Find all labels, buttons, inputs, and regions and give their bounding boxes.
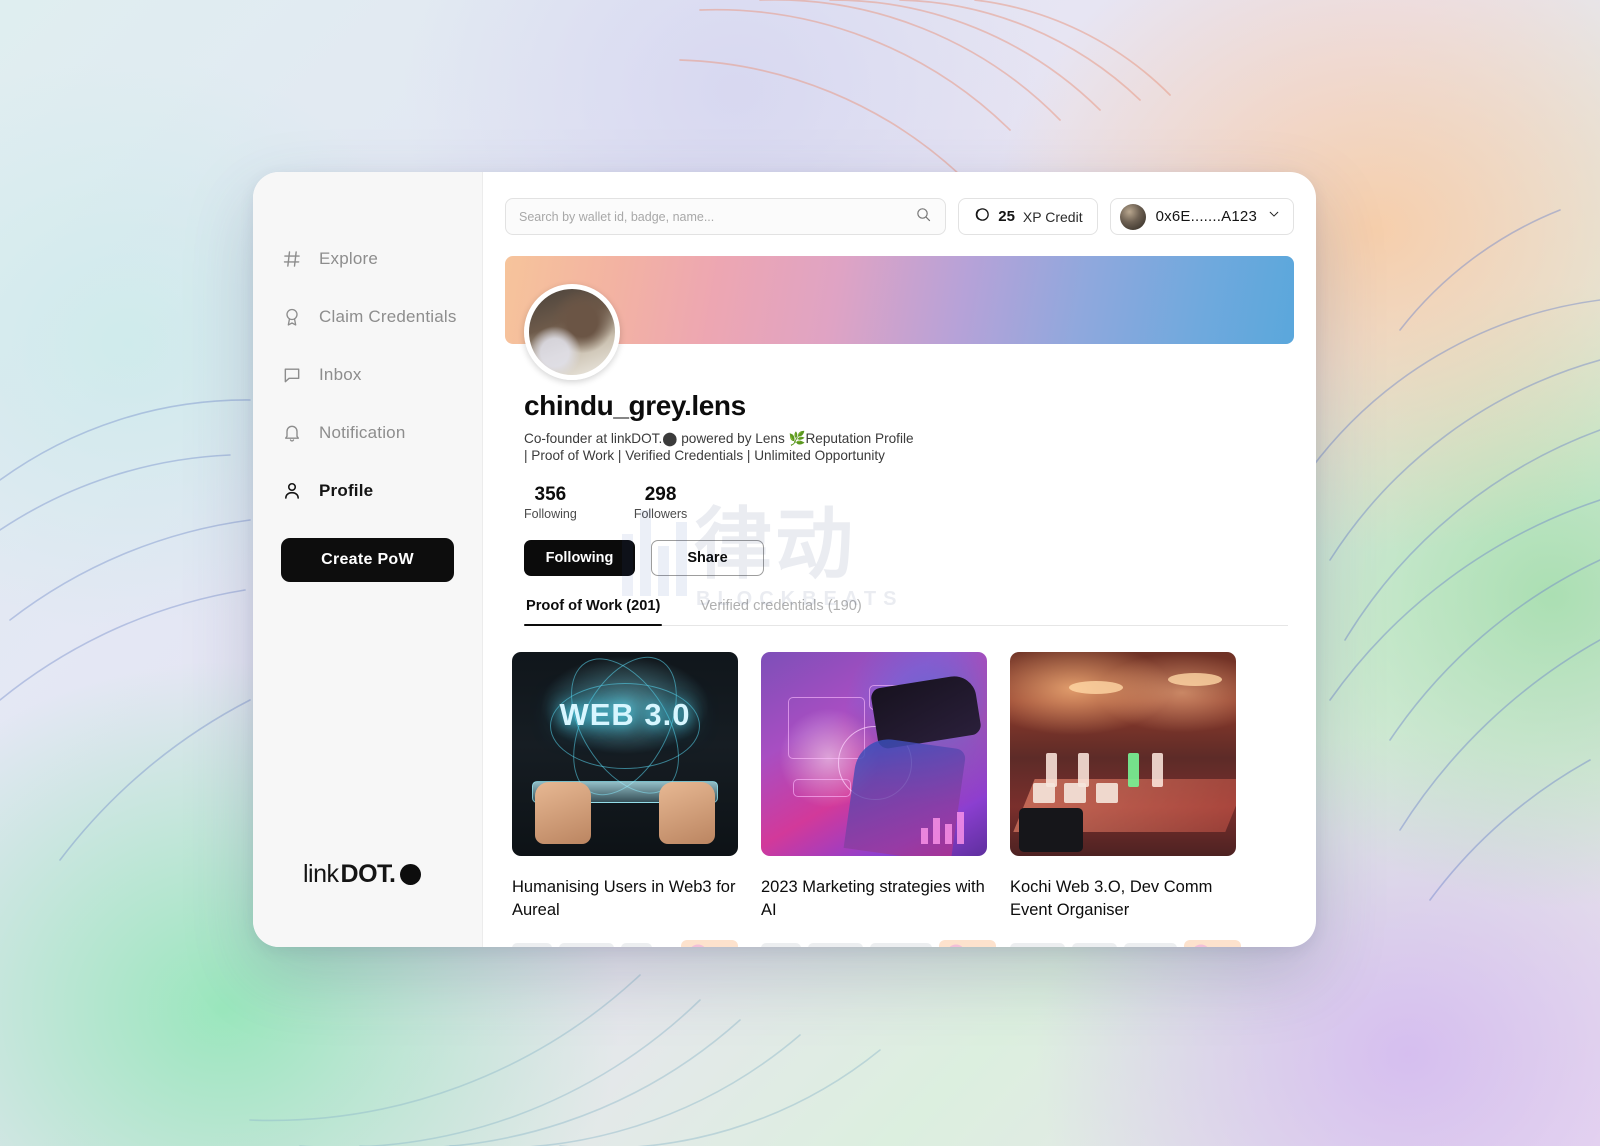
xp-credit-badge[interactable]: 25 XP Credit [958, 198, 1098, 235]
app-window: Explore Claim Credentials Inbox Notifica… [253, 172, 1316, 947]
search-input[interactable] [519, 209, 916, 224]
stat-following[interactable]: 356 Following [524, 484, 577, 521]
sidebar-item-label: Explore [319, 249, 379, 268]
create-pow-button[interactable]: Create PoW [281, 538, 454, 582]
hash-icon [281, 248, 303, 270]
profile-tabs: Proof of Work (201) Verified credentials… [524, 598, 1288, 627]
sidebar-item-inbox[interactable]: Inbox [253, 346, 482, 404]
pow-card[interactable]: Kochi Web 3.O, Dev Comm Event Organiser … [1010, 652, 1241, 947]
stat-value: 356 [534, 484, 567, 506]
profile-avatar [524, 284, 620, 380]
xp-value: 25 [998, 208, 1015, 225]
profile-banner [505, 256, 1294, 380]
sidebar-item-profile[interactable]: Profile [253, 462, 482, 520]
filled-circle-icon [400, 864, 422, 885]
pow-score-badge: 46 [1183, 940, 1241, 947]
profile-display-name: chindu_grey.lens [524, 390, 746, 421]
pow-card[interactable]: 2023 Marketing strategies with AI Blog W… [761, 652, 996, 947]
web3-hologram-thumbnail[interactable]: WEB 3.0 [512, 652, 738, 857]
tag-chip[interactable]: AI [621, 943, 652, 947]
profile-bio: Co-founder at linkDOT.⬤ powered by Lens … [524, 431, 944, 464]
sidebar-item-notification[interactable]: Notification [253, 404, 482, 462]
pow-score-value: 24 [711, 945, 728, 947]
pow-card-meta: Web 3.0 Event Hosting 46 [1010, 940, 1241, 947]
stat-label: Followers [633, 507, 688, 522]
vr-headset-thumbnail[interactable] [761, 652, 987, 857]
tag-chip[interactable]: Hosting [1124, 943, 1177, 947]
profile-actions: Following Share [524, 540, 1288, 577]
stat-value: 298 [644, 484, 677, 506]
sidebar-item-claim-credentials[interactable]: Claim Credentials [253, 288, 482, 346]
sidebar-item-label: Claim Credentials [319, 307, 457, 326]
brand-logo-bold: DOT. [340, 860, 396, 888]
tag-chip[interactable]: Blog [761, 943, 802, 947]
sidebar: Explore Claim Credentials Inbox Notifica… [253, 172, 483, 947]
profile-bio-line-1: Co-founder at linkDOT.⬤ powered by Lens … [524, 431, 914, 446]
magnifier-icon[interactable] [915, 206, 932, 228]
share-button[interactable]: Share [651, 540, 764, 577]
stat-label: Following [524, 507, 577, 522]
pow-score-badge: 12 [938, 940, 996, 947]
pow-card[interactable]: WEB 3.0 Humanising Users in Web3 for Aur… [512, 652, 738, 947]
event-venue-thumbnail[interactable] [1010, 652, 1236, 857]
chat-bubble-icon [281, 364, 303, 386]
user-icon [281, 480, 303, 502]
following-button[interactable]: Following [524, 540, 635, 577]
pow-score-value: 46 [1214, 945, 1231, 947]
sidebar-item-label: Profile [319, 481, 374, 500]
xp-label: XP Credit [1022, 208, 1083, 225]
badge-icon [281, 306, 303, 328]
pow-card-title: 2023 Marketing strategies with AI [761, 878, 985, 919]
tag-chip[interactable]: Web 3.0 [559, 943, 615, 947]
stat-followers[interactable]: 298 Followers [634, 484, 688, 521]
tab-verified-credentials[interactable]: Verified credentials (190) [698, 598, 863, 625]
pow-score-value: 12 [969, 945, 986, 947]
tag-chip[interactable]: Web 3.0 [808, 943, 864, 947]
topbar: 25 XP Credit 0x6E.......A123 [505, 198, 1294, 235]
search-box[interactable] [505, 198, 947, 235]
xp-coin-icon [973, 206, 990, 228]
profile-bio-line-2: | Proof of Work | Verified Credentials |… [524, 447, 885, 463]
brand-logo: link DOT. [253, 860, 482, 947]
pow-card-meta: Blog Web 3.0 Marketing 12 [761, 940, 996, 947]
sidebar-item-label: Inbox [319, 365, 362, 384]
profile-stats: 356 Following 298 Followers [524, 484, 1288, 521]
tag-chip[interactable]: Web 3.0 [1010, 943, 1066, 947]
profile-section: chindu_grey.lens Co-founder at linkDOT.⬤… [505, 390, 1294, 627]
pow-card-meta: Blog Web 3.0 AI 24 [512, 940, 738, 947]
brand-logo-light: link [303, 860, 339, 888]
wallet-menu-button[interactable]: 0x6E.......A123 [1109, 198, 1294, 235]
sidebar-item-label: Notification [319, 423, 406, 442]
chevron-down-icon [1267, 207, 1281, 226]
sidebar-item-explore[interactable]: Explore [253, 230, 482, 288]
pow-card-title: Humanising Users in Web3 for Aureal [512, 878, 736, 919]
tag-chip[interactable]: Marketing [870, 943, 932, 947]
avatar-icon [1119, 203, 1146, 230]
tab-proof-of-work[interactable]: Proof of Work (201) [524, 598, 663, 627]
tag-chip[interactable]: Blog [512, 943, 553, 947]
screenshot-canvas: Explore Claim Credentials Inbox Notifica… [0, 0, 1600, 1146]
pow-card-title: Kochi Web 3.O, Dev Comm Event Organiser [1010, 878, 1213, 919]
pow-score-badge: 24 [681, 940, 738, 947]
main-content: 25 XP Credit 0x6E.......A123 [483, 172, 1316, 947]
bell-icon [281, 422, 303, 444]
proof-of-work-grid: WEB 3.0 Humanising Users in Web3 for Aur… [505, 626, 1294, 947]
tag-chip[interactable]: Event [1072, 943, 1118, 947]
wallet-address: 0x6E.......A123 [1155, 208, 1257, 225]
